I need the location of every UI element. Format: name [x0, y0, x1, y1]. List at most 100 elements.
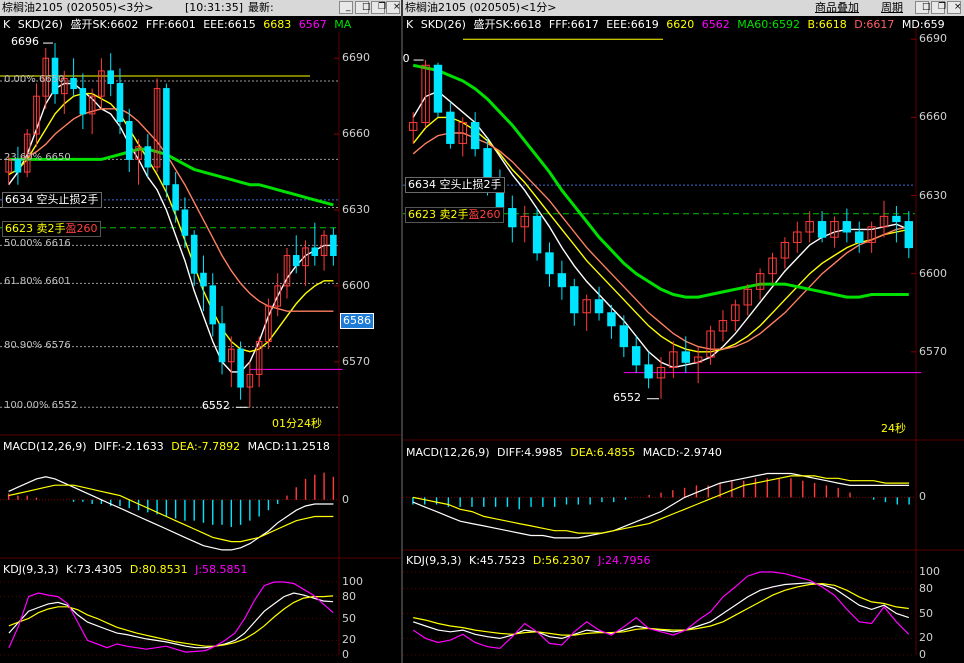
low-price-label: 6552 [201, 399, 230, 413]
candle-body [570, 286, 579, 314]
y-tick: 6690 [919, 32, 947, 46]
candle-body [619, 325, 629, 348]
macd-zero-tick: 0 [342, 492, 349, 506]
dea-value: DEA:6.4855 [570, 446, 636, 459]
candle-body [292, 255, 300, 267]
low-price-label: 6552 [613, 390, 641, 404]
profit-label: 盈260 [65, 221, 98, 235]
candle-body [446, 111, 455, 144]
macd-label: MACD(12,26,9) [3, 440, 87, 453]
high-price-label: 6680 [403, 52, 410, 66]
high-price-label: 6696 [11, 35, 40, 49]
candle-body [311, 247, 319, 257]
dea-value: DEA:-7.7892 [171, 440, 241, 453]
macd-value: MACD:-2.9740 [642, 446, 722, 459]
diff-value: DIFF:4.9985 [497, 446, 563, 459]
macd-header-left: MACD(12,26,9) DIFF:-2.1633 DEA:-7.7892 M… [3, 440, 334, 454]
j-value: J:58.5851 [195, 563, 248, 576]
kdj-label: KDJ(9,3,3) [3, 563, 59, 576]
macd-zero-tick: 0 [919, 490, 926, 504]
candle-body [107, 70, 114, 85]
y-tick: 6630 [342, 203, 370, 216]
candle-body [181, 209, 189, 236]
fib-label: 50.00% 6616 [4, 238, 71, 250]
candle-body [644, 364, 653, 379]
kdj-tick: 0 [919, 648, 926, 661]
y-tick: 6690 [342, 51, 370, 65]
candle-body [70, 77, 77, 90]
candle-body [532, 215, 542, 254]
candle-body [433, 64, 443, 113]
y-tick: 6570 [342, 354, 370, 368]
stop-loss-box[interactable]: 6634 空头止损2手 [405, 177, 505, 194]
macd-line-diff [412, 472, 910, 539]
candle-body [681, 351, 690, 363]
kdj-tick: 80 [342, 589, 356, 603]
candle-body [892, 215, 901, 223]
y-tick: 6630 [919, 188, 947, 202]
candle-body [209, 285, 217, 325]
macd-header-right: MACD(12,26,9) DIFF:4.9985 DEA:6.4855 MAC… [406, 446, 726, 460]
kdj-label: KDJ(9,3,3) [406, 554, 462, 567]
chart-panel-1min[interactable]: 棕榈油2105 (020505)<1分> 商品叠加 周期 □ ❐ × K SKD… [403, 0, 964, 663]
candle-body [632, 346, 641, 366]
d-value: D:80.8531 [129, 563, 188, 576]
sell-order-box[interactable]: 6623 卖2手盈260 [405, 206, 504, 223]
countdown-timer: 01分24秒 [272, 417, 322, 430]
chart-panel-3min[interactable]: 棕榈油2105 (020505)<3分> [10:31:35] 最新: _ □ … [0, 0, 401, 663]
y-tick: 6600 [919, 266, 947, 280]
j-value: J:24.7956 [598, 554, 651, 567]
candle-body [172, 184, 179, 211]
macd-line-dea [8, 484, 334, 543]
candle-body [817, 221, 827, 238]
sell-order-label: 6623 卖2手 [5, 221, 66, 235]
candle-body [557, 273, 567, 288]
candle-body [79, 88, 87, 115]
candle-body [200, 272, 207, 287]
kdj-tick: 20 [919, 631, 933, 645]
candle-body [904, 221, 914, 249]
macd-label: MACD(12,26,9) [406, 446, 490, 459]
candle-body [218, 323, 226, 363]
candle-body [330, 234, 337, 257]
fib-label: 80.90% 6576 [4, 339, 71, 351]
k-value: K:45.7523 [469, 554, 526, 567]
macd-value: MACD:11.2518 [247, 440, 330, 453]
y-tick: 6570 [919, 344, 947, 358]
candle-body [163, 88, 170, 186]
d-value: D:56.2307 [532, 554, 591, 567]
candle-body [190, 234, 198, 274]
kdj-tick: 80 [919, 581, 933, 595]
stop-loss-box[interactable]: 6634 空头止损2手 [2, 191, 102, 208]
candle-body [545, 252, 554, 275]
fib-label: 23.60% 6650 [4, 152, 71, 164]
candle-body [116, 83, 124, 122]
kdj-tick: 100 [919, 565, 940, 578]
y-tick: 6600 [342, 278, 370, 292]
kdj-line-k [413, 582, 909, 640]
kdj-tick: 50 [919, 606, 933, 620]
candle-body [125, 120, 133, 160]
kdj-tick: 0 [342, 648, 349, 661]
countdown-timer: 24秒 [881, 422, 906, 435]
macd-line-dea [412, 475, 910, 534]
candle-body [594, 299, 604, 314]
y-tick: 6660 [919, 110, 947, 124]
k-value: K:73.4305 [66, 563, 123, 576]
kdj-line-k [8, 592, 334, 649]
kdj-header-left: KDJ(9,3,3) K:73.4305 D:80.8531 J:58.5851 [3, 563, 252, 577]
candle-body [144, 146, 152, 168]
candle-body [842, 221, 852, 233]
y-tick: 6660 [342, 127, 370, 141]
candle-body [237, 348, 244, 388]
kdj-line-j [8, 581, 334, 653]
sell-order-box[interactable]: 6623 卖2手盈260 [2, 220, 101, 237]
kdj-line-d [8, 595, 334, 647]
candle-body [508, 208, 517, 228]
profit-label: 盈260 [468, 207, 501, 221]
sell-order-label: 6623 卖2手 [408, 207, 469, 221]
fib-label: 0.00% 6650 [4, 74, 65, 85]
candle-body [607, 312, 616, 327]
kdj-header-right: KDJ(9,3,3) K:45.7523 D:56.2307 J:24.7956 [406, 554, 655, 568]
fib-label: 61.80% 6601 [4, 276, 71, 288]
